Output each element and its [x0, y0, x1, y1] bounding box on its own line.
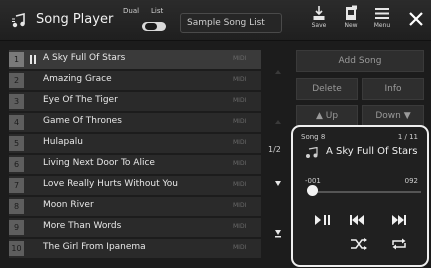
playback-position: -001 [305, 177, 321, 185]
save-icon [313, 6, 325, 20]
new-button[interactable]: New [338, 3, 364, 39]
song-row-3[interactable]: 3 Eye Of The Tiger MIDI [9, 92, 261, 111]
song-number-label: Song 8 [301, 133, 326, 141]
midi-song-icon [306, 147, 318, 158]
save-button[interactable]: Save [306, 3, 332, 39]
song-name: A Sky Full Of Stars [43, 53, 126, 63]
song-number: 3 [9, 94, 24, 109]
new-label: New [344, 22, 358, 29]
song-name: More Than Words [43, 221, 122, 231]
song-name: Eye Of The Tiger [43, 95, 118, 105]
new-document-icon [346, 5, 357, 20]
song-row-7[interactable]: 7 Love Really Hurts Without You MIDI [9, 176, 261, 195]
move-down-button[interactable]: Down ▼ [362, 105, 424, 127]
song-number: 7 [9, 178, 24, 193]
current-song-title: A Sky Full Of Stars [326, 146, 418, 157]
song-length: 092 [404, 177, 418, 185]
song-name: Amazing Grace [43, 74, 112, 84]
menu-label: Menu [373, 22, 391, 29]
close-icon[interactable] [406, 9, 426, 29]
play-pause-icon[interactable] [313, 213, 331, 227]
dual-list-toggle[interactable] [142, 22, 166, 31]
move-down-label: Down [375, 111, 401, 121]
song-row-6[interactable]: 6 Living Next Door To Alice MIDI [9, 155, 261, 174]
song-number: 4 [9, 115, 24, 130]
shuffle-icon[interactable] [350, 237, 368, 251]
dual-mode-label: Dual [123, 7, 140, 15]
song-number: 9 [9, 220, 24, 235]
delete-button[interactable]: Delete [296, 78, 358, 100]
song-name: Love Really Hurts Without You [43, 179, 178, 189]
song-type-badge: MIDI [233, 160, 247, 167]
song-number: 10 [9, 241, 24, 256]
song-list-name-field[interactable]: Sample Song List [180, 13, 282, 33]
song-name: Moon River [43, 200, 94, 210]
app-title: Song Player [36, 12, 114, 27]
previous-icon[interactable] [348, 213, 366, 227]
song-number: 1 [9, 52, 24, 67]
song-type-badge: MIDI [233, 55, 247, 62]
song-number: 8 [9, 199, 24, 214]
scroll-bottom-icon[interactable] [275, 230, 281, 235]
song-player-icon [12, 13, 25, 28]
song-list: 1 A Sky Full Of Stars MIDI 2 Amazing Gra… [9, 50, 261, 260]
song-row-4[interactable]: 4 Game Of Thrones MIDI [9, 113, 261, 132]
next-icon[interactable] [390, 213, 408, 227]
song-number: 2 [9, 73, 24, 88]
song-type-badge: MIDI [233, 139, 247, 146]
song-player-panel: Song 8 1 / 11 A Sky Full Of Stars -001 0… [291, 125, 429, 267]
song-name: Game Of Thrones [43, 116, 122, 126]
song-type-badge: MIDI [233, 223, 247, 230]
repeat-icon[interactable] [390, 237, 408, 251]
down-arrow-icon: ▼ [403, 111, 411, 121]
song-name: The Girl From Ipanema [43, 242, 146, 252]
move-up-button[interactable]: ▲ Up [296, 105, 358, 127]
song-row-1[interactable]: 1 A Sky Full Of Stars MIDI [9, 50, 261, 69]
up-arrow-icon: ▲ [315, 111, 323, 121]
header-bar: Song Player Dual List Sample Song List S… [0, 0, 431, 41]
song-row-10[interactable]: 10 The Girl From Ipanema MIDI [9, 239, 261, 258]
song-type-badge: MIDI [233, 181, 247, 188]
scroll-top-icon[interactable] [275, 70, 281, 74]
save-label: Save [311, 22, 327, 29]
move-up-label: Up [325, 111, 339, 121]
song-row-9[interactable]: 9 More Than Words MIDI [9, 218, 261, 237]
list-mode-label: List [151, 7, 164, 15]
song-player-window: Song Player Dual List Sample Song List S… [0, 0, 431, 268]
menu-icon [375, 8, 389, 19]
song-type-badge: MIDI [233, 118, 247, 125]
add-song-button[interactable]: Add Song [296, 50, 424, 72]
song-count: 1 / 11 [397, 133, 418, 141]
playback-progress-knob[interactable] [307, 185, 318, 196]
page-down-icon[interactable] [275, 181, 281, 186]
toggle-knob [145, 23, 157, 30]
pause-indicator-icon [30, 55, 36, 64]
song-type-badge: MIDI [233, 97, 247, 104]
info-button[interactable]: Info [362, 78, 424, 100]
song-name: Living Next Door To Alice [43, 158, 155, 168]
playback-progress-track[interactable] [311, 191, 421, 193]
page-up-icon[interactable] [275, 120, 281, 124]
song-row-8[interactable]: 8 Moon River MIDI [9, 197, 261, 216]
song-name: Hulapalu [43, 137, 83, 147]
song-type-badge: MIDI [233, 202, 247, 209]
song-type-badge: MIDI [233, 76, 247, 83]
page-indicator: 1/2 [268, 145, 281, 154]
song-row-5[interactable]: 5 Hulapalu MIDI [9, 134, 261, 153]
song-row-2[interactable]: 2 Amazing Grace MIDI [9, 71, 261, 90]
song-number: 6 [9, 157, 24, 172]
song-type-badge: MIDI [233, 244, 247, 251]
menu-button[interactable]: Menu [369, 3, 395, 39]
song-number: 5 [9, 136, 24, 151]
